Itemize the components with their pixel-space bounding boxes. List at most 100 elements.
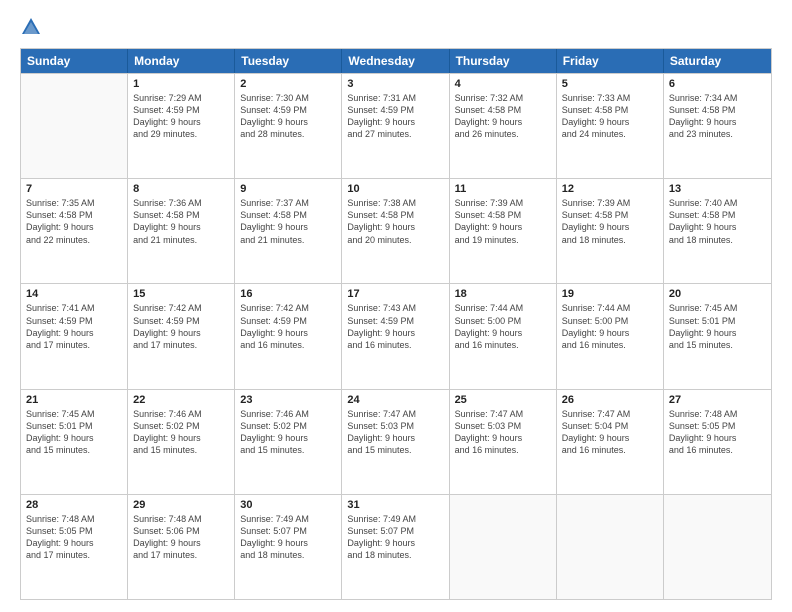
- day-info: Sunrise: 7:48 AMSunset: 5:05 PMDaylight:…: [26, 513, 122, 562]
- calendar-cell: 12 Sunrise: 7:39 AMSunset: 4:58 PMDayligh…: [557, 179, 664, 283]
- calendar-cell: [450, 495, 557, 599]
- calendar-cell: 19 Sunrise: 7:44 AMSunset: 5:00 PMDayligh…: [557, 284, 664, 388]
- day-number: 20: [669, 288, 766, 300]
- day-info: Sunrise: 7:29 AMSunset: 4:59 PMDaylight:…: [133, 92, 229, 141]
- calendar-cell: 6Sunrise: 7:34 AMSunset: 4:58 PMDaylight…: [664, 74, 771, 178]
- day-number: 8: [133, 183, 229, 195]
- day-number: 26: [562, 394, 658, 406]
- day-info: Sunrise: 7:47 AMSunset: 5:03 PMDaylight:…: [455, 408, 551, 457]
- day-info: Sunrise: 7:42 AMSunset: 4:59 PMDaylight:…: [133, 302, 229, 351]
- calendar-header: SundayMondayTuesdayWednesdayThursdayFrid…: [21, 49, 771, 73]
- page: SundayMondayTuesdayWednesdayThursdayFrid…: [0, 0, 792, 612]
- day-info: Sunrise: 7:45 AMSunset: 5:01 PMDaylight:…: [669, 302, 766, 351]
- calendar-cell: 15 Sunrise: 7:42 AMSunset: 4:59 PMDayligh…: [128, 284, 235, 388]
- calendar-row: 28 Sunrise: 7:48 AMSunset: 5:05 PMDayligh…: [21, 494, 771, 599]
- calendar-cell: 10 Sunrise: 7:38 AMSunset: 4:58 PMDayligh…: [342, 179, 449, 283]
- calendar-cell: 29 Sunrise: 7:48 AMSunset: 5:06 PMDayligh…: [128, 495, 235, 599]
- calendar-cell: 17Sunrise: 7:43 AMSunset: 4:59 PMDayligh…: [342, 284, 449, 388]
- day-info: Sunrise: 7:48 AMSunset: 5:06 PMDaylight:…: [133, 513, 229, 562]
- calendar-cell: 31Sunrise: 7:49 AMSunset: 5:07 PMDayligh…: [342, 495, 449, 599]
- day-number: 17: [347, 288, 443, 300]
- calendar-cell: [21, 74, 128, 178]
- calendar-cell: 7 Sunrise: 7:35 AMSunset: 4:58 PMDaylight…: [21, 179, 128, 283]
- calendar-cell: 26 Sunrise: 7:47 AMSunset: 5:04 PMDayligh…: [557, 390, 664, 494]
- day-info: Sunrise: 7:44 AMSunset: 5:00 PMDaylight:…: [455, 302, 551, 351]
- weekday-header: Friday: [557, 49, 664, 73]
- weekday-header: Saturday: [664, 49, 771, 73]
- day-info: Sunrise: 7:44 AMSunset: 5:00 PMDaylight:…: [562, 302, 658, 351]
- calendar-cell: 21 Sunrise: 7:45 AMSunset: 5:01 PMDayligh…: [21, 390, 128, 494]
- day-info: Sunrise: 7:39 AMSunset: 4:58 PMDaylight:…: [455, 197, 551, 246]
- day-number: 23: [240, 394, 336, 406]
- weekday-header: Monday: [128, 49, 235, 73]
- calendar-cell: 28 Sunrise: 7:48 AMSunset: 5:05 PMDayligh…: [21, 495, 128, 599]
- day-info: Sunrise: 7:36 AMSunset: 4:58 PMDaylight:…: [133, 197, 229, 246]
- calendar-cell: 5Sunrise: 7:33 AMSunset: 4:58 PMDaylight…: [557, 74, 664, 178]
- calendar-cell: [664, 495, 771, 599]
- day-number: 29: [133, 499, 229, 511]
- day-info: Sunrise: 7:32 AMSunset: 4:58 PMDaylight:…: [455, 92, 551, 141]
- calendar-row: 21 Sunrise: 7:45 AMSunset: 5:01 PMDayligh…: [21, 389, 771, 494]
- calendar-cell: 2 Sunrise: 7:30 AMSunset: 4:59 PMDaylight…: [235, 74, 342, 178]
- calendar-cell: 23 Sunrise: 7:46 AMSunset: 5:02 PMDayligh…: [235, 390, 342, 494]
- calendar-cell: 30Sunrise: 7:49 AMSunset: 5:07 PMDayligh…: [235, 495, 342, 599]
- calendar-cell: 8 Sunrise: 7:36 AMSunset: 4:58 PMDaylight…: [128, 179, 235, 283]
- calendar-cell: 25 Sunrise: 7:47 AMSunset: 5:03 PMDayligh…: [450, 390, 557, 494]
- day-number: 3: [347, 78, 443, 90]
- day-info: Sunrise: 7:49 AMSunset: 5:07 PMDaylight:…: [347, 513, 443, 562]
- weekday-header: Thursday: [450, 49, 557, 73]
- calendar-cell: 11 Sunrise: 7:39 AMSunset: 4:58 PMDayligh…: [450, 179, 557, 283]
- calendar-row: 1 Sunrise: 7:29 AMSunset: 4:59 PMDaylight…: [21, 73, 771, 178]
- day-info: Sunrise: 7:45 AMSunset: 5:01 PMDaylight:…: [26, 408, 122, 457]
- day-number: 18: [455, 288, 551, 300]
- day-number: 9: [240, 183, 336, 195]
- day-number: 19: [562, 288, 658, 300]
- calendar-cell: [557, 495, 664, 599]
- day-info: Sunrise: 7:35 AMSunset: 4:58 PMDaylight:…: [26, 197, 122, 246]
- day-number: 28: [26, 499, 122, 511]
- day-number: 2: [240, 78, 336, 90]
- day-number: 10: [347, 183, 443, 195]
- day-info: Sunrise: 7:39 AMSunset: 4:58 PMDaylight:…: [562, 197, 658, 246]
- calendar-cell: 18 Sunrise: 7:44 AMSunset: 5:00 PMDayligh…: [450, 284, 557, 388]
- calendar-cell: 13 Sunrise: 7:40 AMSunset: 4:58 PMDayligh…: [664, 179, 771, 283]
- day-number: 7: [26, 183, 122, 195]
- day-info: Sunrise: 7:47 AMSunset: 5:04 PMDaylight:…: [562, 408, 658, 457]
- day-number: 25: [455, 394, 551, 406]
- day-number: 22: [133, 394, 229, 406]
- day-number: 24: [347, 394, 443, 406]
- calendar-cell: 1 Sunrise: 7:29 AMSunset: 4:59 PMDaylight…: [128, 74, 235, 178]
- logo: [20, 16, 44, 38]
- day-info: Sunrise: 7:37 AMSunset: 4:58 PMDaylight:…: [240, 197, 336, 246]
- calendar-row: 7 Sunrise: 7:35 AMSunset: 4:58 PMDaylight…: [21, 178, 771, 283]
- day-info: Sunrise: 7:46 AMSunset: 5:02 PMDaylight:…: [133, 408, 229, 457]
- day-number: 14: [26, 288, 122, 300]
- calendar-cell: 27Sunrise: 7:48 AMSunset: 5:05 PMDayligh…: [664, 390, 771, 494]
- day-number: 12: [562, 183, 658, 195]
- day-number: 13: [669, 183, 766, 195]
- day-number: 21: [26, 394, 122, 406]
- day-info: Sunrise: 7:38 AMSunset: 4:58 PMDaylight:…: [347, 197, 443, 246]
- day-info: Sunrise: 7:31 AMSunset: 4:59 PMDaylight:…: [347, 92, 443, 141]
- calendar-cell: 24Sunrise: 7:47 AMSunset: 5:03 PMDayligh…: [342, 390, 449, 494]
- day-number: 11: [455, 183, 551, 195]
- day-number: 15: [133, 288, 229, 300]
- calendar-cell: 9 Sunrise: 7:37 AMSunset: 4:58 PMDaylight…: [235, 179, 342, 283]
- day-info: Sunrise: 7:41 AMSunset: 4:59 PMDaylight:…: [26, 302, 122, 351]
- day-info: Sunrise: 7:30 AMSunset: 4:59 PMDaylight:…: [240, 92, 336, 141]
- day-info: Sunrise: 7:46 AMSunset: 5:02 PMDaylight:…: [240, 408, 336, 457]
- calendar: SundayMondayTuesdayWednesdayThursdayFrid…: [20, 48, 772, 600]
- calendar-cell: 14 Sunrise: 7:41 AMSunset: 4:59 PMDayligh…: [21, 284, 128, 388]
- weekday-header: Sunday: [21, 49, 128, 73]
- calendar-row: 14 Sunrise: 7:41 AMSunset: 4:59 PMDayligh…: [21, 283, 771, 388]
- day-info: Sunrise: 7:33 AMSunset: 4:58 PMDaylight:…: [562, 92, 658, 141]
- calendar-cell: 4 Sunrise: 7:32 AMSunset: 4:58 PMDaylight…: [450, 74, 557, 178]
- day-number: 4: [455, 78, 551, 90]
- day-info: Sunrise: 7:40 AMSunset: 4:58 PMDaylight:…: [669, 197, 766, 246]
- header: [20, 16, 772, 38]
- calendar-cell: 20 Sunrise: 7:45 AMSunset: 5:01 PMDayligh…: [664, 284, 771, 388]
- day-number: 1: [133, 78, 229, 90]
- day-info: Sunrise: 7:49 AMSunset: 5:07 PMDaylight:…: [240, 513, 336, 562]
- day-number: 6: [669, 78, 766, 90]
- calendar-body: 1 Sunrise: 7:29 AMSunset: 4:59 PMDaylight…: [21, 73, 771, 599]
